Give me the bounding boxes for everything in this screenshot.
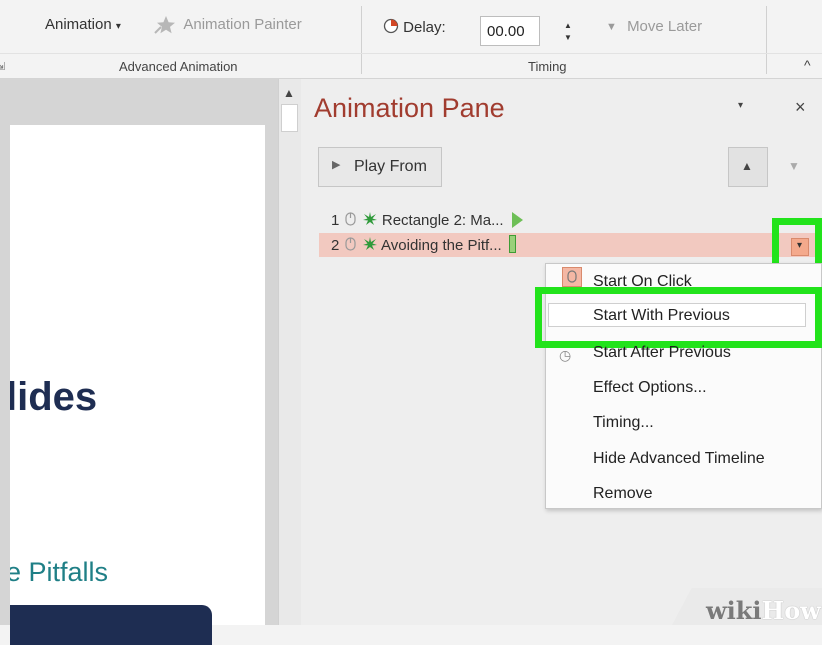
pane-title: Animation Pane [314,93,505,123]
animation-item-label: Rectangle 2: Ma... [381,212,504,229]
slide-title[interactable]: lides [10,375,97,420]
watermark-logo: wikiHow [706,596,821,625]
animation-item-1[interactable]: 1 Rectangle 2: Ma... [331,211,523,229]
ribbon: ⇲ Animation ▾ Animation Painter Delay: ▲… [0,0,822,79]
animation-item-index: 1 [331,212,340,229]
scroll-up-icon[interactable]: ▲ [283,86,295,100]
watermark-part-1: wiki [706,596,762,625]
timing-bar-icon [511,212,523,228]
effect-star-icon [362,212,377,225]
item-dropdown-arrow-button[interactable]: ▾ [791,238,809,256]
ribbon-separator [766,6,767,74]
animation-item-2[interactable]: 2 Avoiding the Pitf... [331,235,516,254]
delay-label-group: Delay: [383,18,446,36]
chevron-down-icon: ▾ [115,21,121,32]
vertical-scrollbar[interactable] [278,79,301,625]
close-icon[interactable]: × [795,97,806,118]
animation-item-label: Avoiding the Pitf... [381,237,502,254]
start-after-previous-icon: ◷ [559,347,572,363]
star-painter-icon [154,16,175,34]
dialog-launcher-icon[interactable]: ⇲ [0,60,5,73]
watermark-part-2: How [761,596,821,625]
menu-item-remove[interactable]: Remove [593,485,653,503]
move-later-triangle-icon: ▼ [606,21,617,33]
menu-item-timing[interactable]: Timing... [593,414,654,432]
pane-options-icon[interactable]: ▾ [738,100,743,111]
slide-navy-banner [10,605,212,645]
animation-item-index: 2 [331,237,340,254]
move-down-button[interactable]: ▼ [776,147,816,187]
mouse-click-icon [344,212,356,226]
ribbon-separator [361,6,362,74]
ribbon-group-bottom-line [0,53,822,54]
slide-subtitle-line-1[interactable]: e Pitfalls [10,557,108,588]
group-label-advanced-animation: Advanced Animation [119,59,238,74]
green-highlight-box [535,287,822,348]
slide-editing-area: lides e Pitfalls es [0,79,278,645]
timing-bar-icon [508,235,516,253]
spinner-arrows-icon[interactable]: ▲ ▼ [561,20,575,46]
delay-input[interactable] [480,16,540,46]
add-animation-label: Animation [45,16,112,33]
delay-clock-icon [383,18,399,34]
collapse-ribbon-icon[interactable]: ^ [804,57,811,73]
menu-item-start-after-previous[interactable]: Start After Previous [593,344,731,362]
chevron-down-icon: ▾ [797,240,803,251]
menu-item-effect-options[interactable]: Effect Options... [593,379,707,397]
slide-canvas[interactable]: lides e Pitfalls es [10,125,265,625]
add-animation-button[interactable]: Animation ▾ [45,16,121,33]
animation-painter-button[interactable]: Animation Painter [152,14,302,36]
delay-label: Delay: [403,19,446,36]
move-down-arrow-icon: ▼ [788,159,800,173]
effect-star-icon [362,237,377,250]
group-label-timing: Timing [528,59,567,74]
animation-painter-label: Animation Painter [183,15,302,33]
menu-item-hide-advanced-timeline[interactable]: Hide Advanced Timeline [593,450,765,468]
play-from-button[interactable]: ▶ Play From [318,147,442,187]
mouse-click-icon [344,237,356,251]
play-triangle-icon: ▶ [332,159,341,171]
move-up-button[interactable]: ▲ [728,147,768,187]
move-later-label: Move Later [627,18,703,35]
start-on-click-icon [562,267,582,287]
play-from-label: Play From [354,158,427,175]
scroll-thumb[interactable] [281,104,298,132]
move-up-arrow-icon: ▲ [741,159,753,173]
move-later-button[interactable]: ▼ Move Later [606,18,702,35]
